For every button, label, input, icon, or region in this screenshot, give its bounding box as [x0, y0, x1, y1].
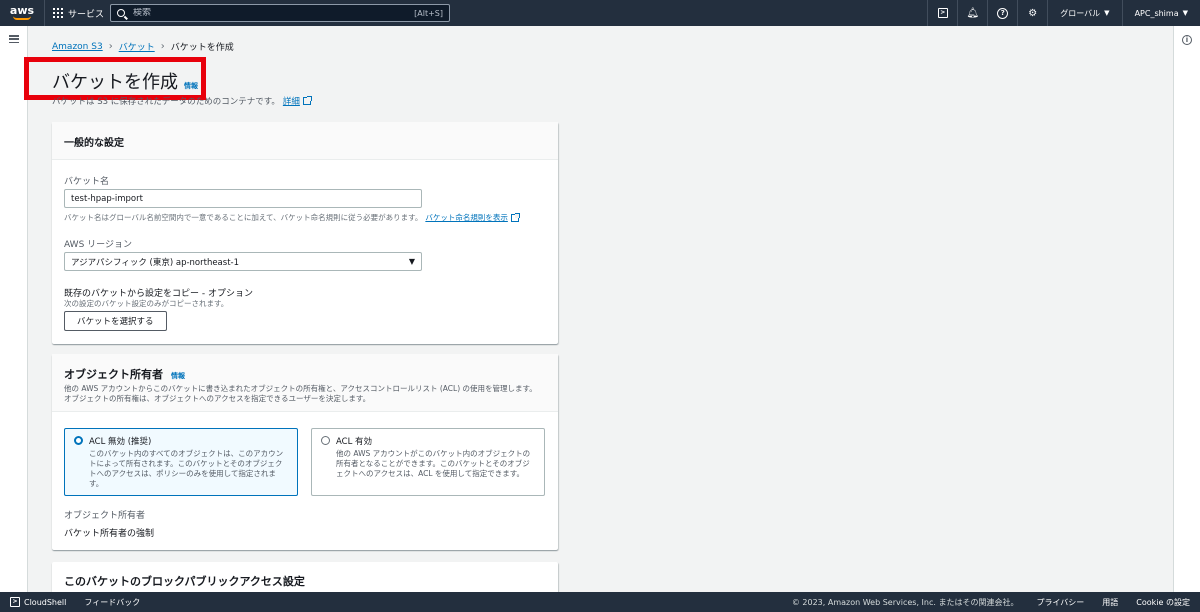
block-public-access-title: このバケットのブロックパブリックアクセス設定 — [64, 575, 305, 588]
panel-title: 一般的な設定 — [52, 122, 558, 160]
highlight-box — [24, 57, 206, 100]
object-owner-value: バケット所有者の強制 — [64, 529, 155, 539]
aws-logo[interactable]: aws — [0, 0, 44, 26]
aws-smile-icon — [13, 16, 31, 20]
acl-enabled-option[interactable]: ACL 有効 他の AWS アカウントがこのバケット内のオブジェクトの所有者とな… — [311, 428, 545, 496]
cloudshell-icon: > — [10, 597, 20, 607]
chevron-right-icon: › — [108, 41, 113, 52]
search-input[interactable] — [133, 8, 415, 18]
breadcrumb-s3[interactable]: Amazon S3 — [52, 42, 103, 52]
caret-down-icon: ▼ — [1182, 9, 1188, 17]
gear-icon: ⚙ — [1028, 7, 1038, 19]
object-ownership-title: オブジェクト所有者 情報 — [64, 368, 185, 381]
privacy-link[interactable]: プライバシー — [1036, 597, 1084, 608]
grid-icon — [53, 8, 63, 18]
region-select[interactable]: アジアパシフィック (東京) ap-northeast-1 ▼ — [64, 252, 422, 271]
external-link-icon — [510, 212, 520, 222]
bucket-name-help: バケット名はグローバル名前空間内で一意であることに加えて、バケット命名規則に従う… — [64, 212, 520, 223]
footer: > CloudShell フィードバック © 2023, Amazon Web … — [0, 592, 1200, 612]
cookie-settings-link[interactable]: Cookie の設定 — [1136, 597, 1190, 608]
breadcrumb-current: バケットを作成 — [170, 43, 234, 53]
bucket-name-input[interactable] — [64, 189, 422, 208]
left-rail — [0, 26, 28, 592]
cloudshell-icon: > — [937, 8, 948, 18]
search-shortcut: [Alt+S] — [414, 8, 443, 18]
notifications-button[interactable]: 🔔︎ — [957, 0, 987, 26]
breadcrumb-buckets[interactable]: バケット — [119, 40, 155, 53]
search-icon — [117, 9, 125, 17]
page-description: バケットは S3 に保存されたデータのためのコンテナです。 詳細 — [52, 95, 312, 107]
region-label: AWS リージョン — [64, 240, 132, 250]
cloudshell-button[interactable]: > — [927, 0, 957, 26]
external-link-icon — [302, 96, 312, 105]
settings-button[interactable]: ⚙ — [1017, 0, 1047, 26]
search-bar[interactable]: [Alt+S] — [110, 4, 450, 22]
info-panel-icon[interactable]: i — [1182, 35, 1192, 45]
acl-disabled-option[interactable]: ACL 無効 (推奨) このバケット内のすべてのオブジェクトは、このアカウントに… — [64, 428, 298, 496]
footer-cloudshell-button[interactable]: > CloudShell — [0, 597, 76, 607]
radio-selected[interactable] — [74, 436, 83, 445]
services-menu-button[interactable]: サービス — [44, 0, 112, 26]
terms-link[interactable]: 用語 — [1102, 597, 1118, 608]
hamburger-menu-icon[interactable] — [9, 35, 19, 43]
caret-down-icon: ▼ — [408, 257, 415, 266]
help-icon: ? — [997, 7, 1009, 19]
bell-icon: 🔔︎ — [966, 7, 980, 19]
copyright-text: © 2023, Amazon Web Services, Inc. またはその関… — [791, 597, 1019, 607]
region-selector[interactable]: グローバル ▼ — [1047, 0, 1121, 26]
account-menu[interactable]: APC_shima ▼ — [1121, 0, 1200, 26]
chevron-right-icon: › — [160, 41, 165, 52]
right-rail: i — [1173, 26, 1200, 592]
ownership-info-link[interactable]: 情報 — [171, 371, 185, 381]
object-owner-label: オブジェクト所有者 — [64, 511, 146, 521]
radio-unselected[interactable] — [321, 436, 330, 445]
help-button[interactable]: ? — [987, 0, 1017, 26]
caret-down-icon: ▼ — [1104, 9, 1110, 17]
learn-more-link[interactable]: 詳細 — [283, 95, 300, 107]
breadcrumb: Amazon S3 › バケット › バケットを作成 — [52, 40, 234, 53]
object-ownership-panel: オブジェクト所有者 情報 他の AWS アカウントからこのバケットに書き込まれた… — [52, 354, 558, 550]
naming-rules-link[interactable]: バケット命名規則を表示 — [425, 212, 508, 223]
choose-bucket-button[interactable]: バケットを選択する — [64, 311, 167, 331]
feedback-link[interactable]: フィードバック — [76, 597, 148, 608]
object-ownership-desc: 他の AWS アカウントからこのバケットに書き込まれたオブジェクトの所有権と、ア… — [64, 384, 537, 403]
general-settings-panel: 一般的な設定 バケット名 バケット名はグローバル名前空間内で一意であることに加え… — [52, 122, 558, 344]
top-navigation: aws サービス [Alt+S] > 🔔︎ ? ⚙ グローバル ▼ APC_sh… — [0, 0, 1200, 26]
copy-settings-desc: 次の設定のバケット設定のみがコピーされます。 — [64, 299, 229, 308]
bucket-name-label: バケット名 — [64, 177, 110, 187]
